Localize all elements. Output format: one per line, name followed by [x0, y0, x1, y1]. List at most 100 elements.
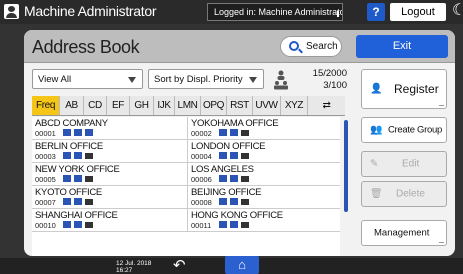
folder-icon — [241, 176, 249, 182]
folder-icon — [241, 130, 249, 136]
tab-cd[interactable]: CD — [84, 96, 107, 115]
table-row: BERLIN OFFICE 00003 LONDON OFFICE 00004 — [32, 140, 340, 163]
entry-name: BEIJING OFFICE — [191, 187, 262, 198]
edit-button[interactable]: ✎ Edit — [361, 151, 447, 177]
tab-ab[interactable]: AB — [60, 96, 84, 115]
login-status-field[interactable]: Logged in: Machine Administrator — [207, 3, 343, 21]
table-row: SHANGHAI OFFICE 00010 HONG KONG OFFICE 0… — [32, 209, 340, 232]
exit-button[interactable]: Exit — [356, 35, 448, 58]
management-button-label: Management — [374, 227, 430, 239]
destination-icons — [63, 152, 93, 159]
folder-icon — [241, 153, 249, 159]
edit-button-label: Edit — [402, 158, 420, 170]
fax-icon — [63, 198, 71, 205]
list-item[interactable]: BEIJING OFFICE 00008 — [187, 186, 340, 209]
dropdown-arrow-icon — [128, 77, 136, 83]
destination-icons — [63, 129, 93, 136]
destination-icons — [219, 221, 249, 228]
sort-order-select[interactable]: Sort by Displ. Priority — [148, 69, 264, 89]
entry-name: LONDON OFFICE — [191, 141, 266, 152]
email-icon — [74, 175, 82, 182]
entry-number: 00011 — [191, 221, 212, 230]
email-icon — [230, 129, 238, 136]
email-icon — [74, 221, 82, 228]
logout-button[interactable]: Logout — [390, 3, 446, 21]
register-button[interactable]: 👤 Register — [361, 69, 447, 109]
email-icon — [74, 152, 82, 159]
create-group-button[interactable]: 👥 Create Group — [361, 117, 447, 143]
email-icon — [230, 175, 238, 182]
list-item[interactable]: BERLIN OFFICE 00003 — [32, 140, 186, 163]
folder-icon — [85, 176, 93, 182]
tab-opq[interactable]: OPQ — [201, 96, 227, 115]
list-item[interactable]: LOS ANGELES 00006 — [187, 163, 340, 186]
time-label: 16:27 — [116, 267, 133, 274]
entry-number: 00001 — [35, 129, 56, 138]
swap-icon[interactable]: ⇄ — [308, 96, 345, 115]
page-count: 3/100 — [323, 80, 347, 91]
tab-freq[interactable]: Freq — [32, 96, 60, 115]
page-title: Address Book — [32, 37, 140, 57]
list-scrollbar[interactable] — [344, 120, 348, 212]
search-button[interactable]: Search — [280, 36, 342, 57]
tab-ijk[interactable]: IJK — [154, 96, 175, 115]
energy-saver-icon[interactable]: ☾ — [452, 2, 463, 20]
address-book-panel: Address Book Search Exit View All Sort b… — [24, 30, 455, 256]
entry-number: 00006 — [191, 175, 212, 184]
entry-number: 00003 — [35, 152, 56, 161]
destination-icons — [63, 175, 93, 182]
tab-ef[interactable]: EF — [107, 96, 130, 115]
email-icon — [230, 152, 238, 159]
user-name: Machine Administrator — [24, 3, 157, 19]
delete-button[interactable]: 🗑 Delete — [361, 181, 447, 207]
folder-icon — [85, 153, 93, 159]
entry-name: YOKOHAMA OFFICE — [191, 118, 279, 129]
view-filter-select[interactable]: View All — [32, 69, 143, 89]
tab-uvw[interactable]: UVW — [253, 96, 281, 115]
email-icon — [74, 198, 82, 205]
entry-name: KYOTO OFFICE — [35, 187, 102, 198]
list-item[interactable]: SHANGHAI OFFICE 00010 — [32, 209, 186, 232]
help-button[interactable]: ? — [367, 3, 385, 21]
fax-icon — [219, 221, 227, 228]
list-item[interactable]: YOKOHAMA OFFICE 00002 — [187, 117, 340, 140]
list-item[interactable]: HONG KONG OFFICE 00011 — [187, 209, 340, 232]
list-item[interactable]: LONDON OFFICE 00004 — [187, 140, 340, 163]
tab-xyz[interactable]: XYZ — [281, 96, 308, 115]
list-item[interactable]: KYOTO OFFICE 00007 — [32, 186, 186, 209]
destination-icons — [63, 221, 93, 228]
list-item[interactable]: ABCD COMPANY 00001 — [32, 117, 186, 140]
register-button-label: Register — [394, 82, 439, 96]
destination-icons — [219, 152, 249, 159]
delete-button-label: Delete — [396, 188, 425, 200]
date-label: 12 Jul. 2018 — [116, 260, 152, 267]
destination-icons — [219, 198, 249, 205]
entry-number: 00004 — [191, 152, 212, 161]
entry-number: 00007 — [35, 198, 56, 207]
address-list: ABCD COMPANY 00001 YOKOHAMA OFFICE 00002… — [32, 117, 340, 256]
fax-icon — [63, 175, 71, 182]
panel-header: Address Book Search Exit — [24, 30, 455, 63]
management-button[interactable]: Management — [361, 220, 447, 246]
tab-rst[interactable]: RST — [227, 96, 253, 115]
button-corner-mark — [439, 242, 444, 243]
back-icon[interactable]: ↶ — [173, 258, 186, 273]
add-group-icon: 👥 — [370, 124, 383, 136]
list-item[interactable]: NEW YORK OFFICE 00005 — [32, 163, 186, 186]
sort-order-value: Sort by Displ. Priority — [154, 74, 243, 85]
entry-name: BERLIN OFFICE — [35, 141, 103, 152]
pencil-icon: ✎ — [370, 158, 379, 170]
folder-icon — [85, 199, 93, 205]
fax-icon — [63, 152, 71, 159]
search-button-label: Search — [306, 41, 338, 52]
tab-gh[interactable]: GH — [130, 96, 154, 115]
folder-icon — [241, 199, 249, 205]
fax-icon — [63, 221, 71, 228]
destination-icons — [63, 198, 93, 205]
home-icon[interactable]: ⌂ — [225, 256, 259, 274]
create-group-label: Create Group — [388, 124, 442, 136]
fax-icon — [219, 129, 227, 136]
date-time: 12 Jul. 2018 16:27 — [116, 260, 151, 274]
tab-lmn[interactable]: LMN — [175, 96, 201, 115]
fax-icon — [219, 152, 227, 159]
